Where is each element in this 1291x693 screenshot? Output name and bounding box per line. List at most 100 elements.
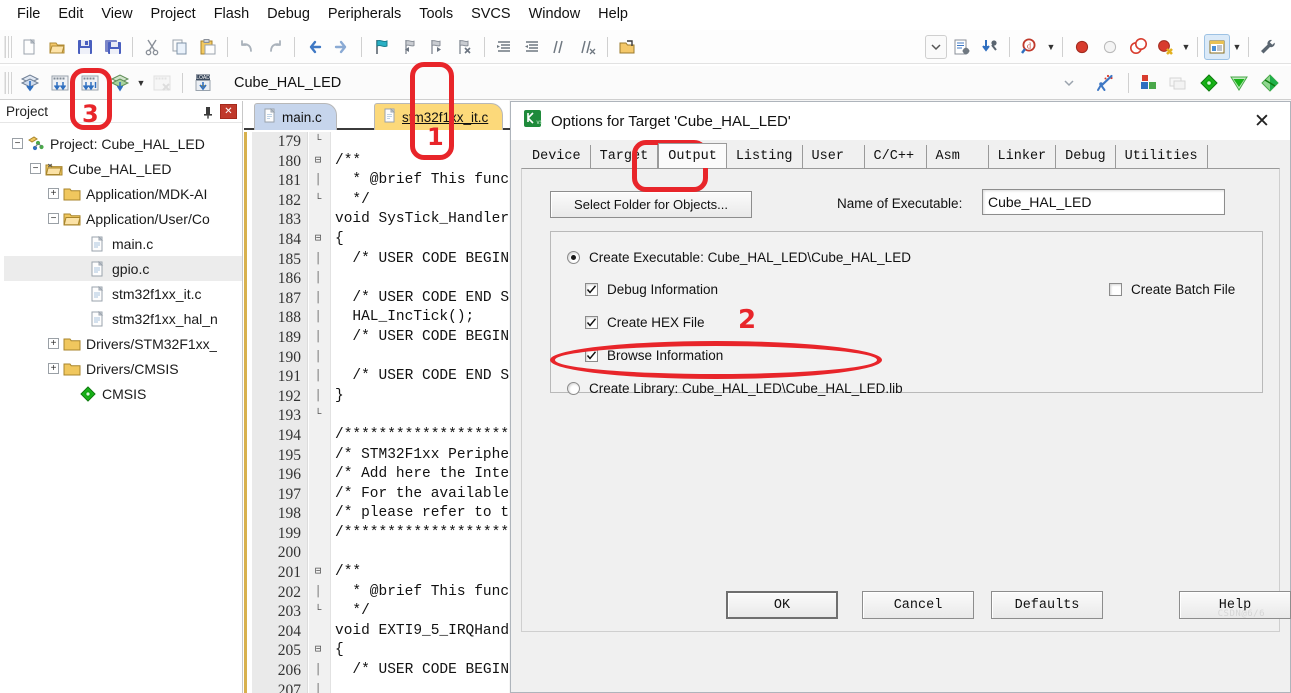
- fold-marker[interactable]: ⊟: [311, 563, 325, 583]
- tab-listing[interactable]: Listing: [726, 145, 803, 168]
- find-in-files-icon[interactable]: d: [1016, 34, 1044, 60]
- fold-marker[interactable]: └: [311, 191, 325, 211]
- new-file-icon[interactable]: [16, 34, 42, 60]
- tab-debug[interactable]: Debug: [1056, 145, 1116, 168]
- tree-item-target[interactable]: − Cube_HAL_LED: [4, 156, 242, 181]
- fold-marker[interactable]: │: [311, 171, 325, 191]
- insert-file-icon[interactable]: [614, 34, 640, 60]
- breakpoint-disable-all-icon[interactable]: [1153, 34, 1179, 60]
- tree-item-group-drivers-cmsis[interactable]: + Drivers/CMSIS: [4, 356, 242, 381]
- cut-icon[interactable]: [139, 34, 165, 60]
- menu-item-help[interactable]: Help: [589, 3, 637, 26]
- download-icon[interactable]: LOAD: [189, 70, 217, 96]
- expander-icon[interactable]: −: [48, 213, 59, 224]
- tab-utilities[interactable]: Utilities: [1115, 145, 1208, 168]
- fold-marker[interactable]: ⊟: [311, 152, 325, 172]
- find-dropdown-icon[interactable]: ▼: [1045, 35, 1057, 59]
- pack-installer-icon[interactable]: [1165, 70, 1193, 96]
- create-hex-file-checkbox[interactable]: Create HEX File: [585, 315, 705, 330]
- bookmark-clear-icon[interactable]: [452, 34, 478, 60]
- radio-icon[interactable]: [567, 251, 580, 264]
- toolbar-grip[interactable]: [4, 35, 12, 58]
- tab-target[interactable]: Target: [590, 145, 659, 168]
- close-icon[interactable]: ✕: [1242, 106, 1282, 136]
- create-library-radio[interactable]: Create Library: Cube_HAL_LED\Cube_HAL_LE…: [567, 381, 903, 396]
- expander-icon[interactable]: −: [12, 138, 23, 149]
- expander-icon[interactable]: +: [48, 363, 59, 374]
- bookmark-prev-icon[interactable]: [396, 34, 422, 60]
- tree-item-group-drivers-stm32[interactable]: + Drivers/STM32F1xx_: [4, 331, 242, 356]
- tree-item-file-main[interactable]: main.c: [4, 231, 242, 256]
- menu-item-debug[interactable]: Debug: [258, 3, 319, 26]
- copy-icon[interactable]: [167, 34, 193, 60]
- tab-asm[interactable]: Asm: [926, 145, 989, 168]
- tab-c-cpp[interactable]: C/C++: [864, 145, 927, 168]
- dropdown-icon[interactable]: [925, 34, 947, 59]
- fold-marker[interactable]: │: [311, 367, 325, 387]
- save-icon[interactable]: [72, 34, 98, 60]
- browse-information-checkbox[interactable]: Browse Information: [585, 348, 723, 363]
- tree-item-group-mdk[interactable]: + Application/MDK-AI: [4, 181, 242, 206]
- create-batch-file-checkbox[interactable]: Create Batch File: [1109, 282, 1235, 297]
- radio-icon[interactable]: [567, 382, 580, 395]
- fold-marker[interactable]: │: [311, 308, 325, 328]
- checkbox-icon[interactable]: [585, 283, 598, 296]
- dialog-title-bar[interactable]: vs Options for Target 'Cube_HAL_LED' ✕: [511, 102, 1290, 140]
- undo-icon[interactable]: [234, 34, 260, 60]
- save-all-icon[interactable]: [100, 34, 126, 60]
- breakpoint-disable-icon[interactable]: [1097, 34, 1123, 60]
- fold-marker[interactable]: └: [311, 602, 325, 622]
- create-executable-radio[interactable]: Create Executable: Cube_HAL_LED\Cube_HAL…: [567, 250, 911, 265]
- batch-build-dropdown-icon[interactable]: ▼: [135, 71, 147, 95]
- select-folder-for-objects-button[interactable]: Select Folder for Objects...: [550, 191, 752, 218]
- fold-marker[interactable]: │: [311, 661, 325, 681]
- debug-settings-icon[interactable]: [977, 34, 1003, 60]
- editor-tab-stm32f1xx-it-c[interactable]: stm32f1xx_it.c: [374, 103, 504, 130]
- navigate-back-icon[interactable]: [301, 34, 327, 60]
- fold-marker[interactable]: ⊟: [311, 230, 325, 250]
- checkbox-icon[interactable]: [1109, 283, 1122, 296]
- pack-manager-icon[interactable]: [1225, 70, 1253, 96]
- redo-icon[interactable]: [262, 34, 288, 60]
- target-dropdown-icon[interactable]: [1061, 73, 1077, 93]
- tab-user[interactable]: User: [802, 145, 865, 168]
- tab-output[interactable]: Output: [658, 143, 727, 168]
- pack-browser-icon[interactable]: [1255, 70, 1285, 96]
- options-for-target-icon[interactable]: [1092, 70, 1122, 96]
- fold-marker[interactable]: │: [311, 583, 325, 603]
- manage-windows-icon[interactable]: [1204, 33, 1230, 60]
- expander-icon[interactable]: +: [48, 188, 59, 199]
- defaults-button[interactable]: Defaults: [991, 591, 1103, 619]
- breakpoint-insert-icon[interactable]: [1069, 34, 1095, 60]
- outdent-icon[interactable]: [519, 34, 545, 60]
- translate-icon[interactable]: [16, 70, 44, 96]
- fold-marker[interactable]: ⊟: [311, 641, 325, 661]
- configure-target-icon[interactable]: [1255, 34, 1281, 60]
- tree-item-file-it[interactable]: stm32f1xx_it.c: [4, 281, 242, 306]
- tree-item-group-user[interactable]: − Application/User/Co: [4, 206, 242, 231]
- tree-item-project[interactable]: − Project: Cube_HAL_LED: [4, 131, 242, 156]
- open-file-icon[interactable]: [44, 34, 70, 60]
- toolbar-grip-build[interactable]: [4, 71, 12, 94]
- breakpoint-kill-all-icon[interactable]: [1125, 34, 1151, 60]
- build-icon[interactable]: [46, 70, 74, 96]
- menu-item-peripherals[interactable]: Peripherals: [319, 3, 410, 26]
- expander-icon[interactable]: +: [48, 338, 59, 349]
- ok-button[interactable]: OK: [726, 591, 838, 619]
- cancel-button[interactable]: Cancel: [862, 591, 974, 619]
- name-of-executable-input[interactable]: Cube_HAL_LED: [982, 189, 1225, 215]
- fold-marker[interactable]: └: [311, 132, 325, 152]
- menu-item-project[interactable]: Project: [142, 3, 205, 26]
- bookmark-toggle-icon[interactable]: [368, 34, 394, 60]
- editor-tab-main-c[interactable]: main.c: [254, 103, 337, 130]
- bookmark-next-icon[interactable]: [424, 34, 450, 60]
- paste-icon[interactable]: [195, 34, 221, 60]
- menu-item-window[interactable]: Window: [520, 3, 590, 26]
- configure-icon[interactable]: [949, 34, 975, 60]
- menu-item-flash[interactable]: Flash: [205, 3, 258, 26]
- multi-project-icon[interactable]: [1135, 70, 1163, 96]
- tree-item-file-gpio[interactable]: gpio.c: [4, 256, 242, 281]
- tree-item-file-halmsp[interactable]: stm32f1xx_hal_n: [4, 306, 242, 331]
- stop-build-icon[interactable]: [148, 70, 176, 96]
- tab-linker[interactable]: Linker: [988, 145, 1057, 168]
